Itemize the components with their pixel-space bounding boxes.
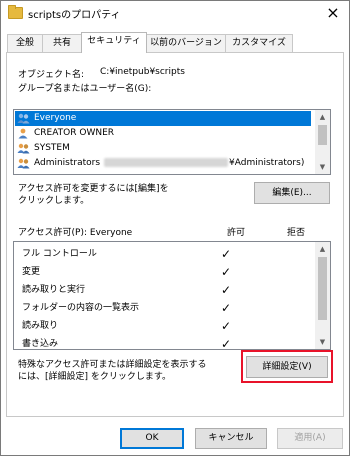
permission-full-control: フル コントロール	[22, 249, 97, 259]
groups-scrollbar[interactable]: ▲ ▼	[315, 110, 330, 174]
list-item-label: Administrators ¥Administrators)	[34, 156, 304, 171]
edit-button[interactable]: 編集(E)...	[254, 182, 330, 204]
list-item-label: Everyone	[34, 113, 77, 123]
scroll-up-icon[interactable]: ▲	[315, 110, 330, 124]
groups-listbox[interactable]: Everyone CREATOR OWNER SYSTEM Administra…	[13, 109, 331, 175]
deny-header: 拒否	[287, 228, 306, 238]
users-icon	[17, 158, 30, 169]
groups-label: グループ名またはユーザー名(G):	[18, 84, 152, 94]
tab-sharing[interactable]: 共有	[42, 34, 82, 52]
permission-modify: 変更	[22, 267, 41, 277]
cancel-button[interactable]: キャンセル	[195, 428, 267, 449]
scroll-up-icon[interactable]: ▲	[315, 242, 330, 256]
apply-button[interactable]: 適用(A)	[277, 428, 343, 449]
object-name-value: C:¥inetpub¥scripts	[100, 67, 185, 77]
allow-header: 許可	[227, 228, 246, 238]
scroll-down-icon[interactable]: ▼	[315, 335, 330, 349]
redacted-text	[104, 158, 229, 167]
properties-window: scriptsのプロパティ × 全般 共有 セキュリティ 以前のバージョン カス…	[0, 0, 350, 456]
tab-customize[interactable]: カスタマイズ	[225, 34, 293, 52]
highlight-box	[241, 350, 333, 383]
edit-hint-line2: クリックします。	[18, 196, 90, 206]
permissions-list[interactable]: フル コントロール ✓ 変更 ✓ 読み取りと実行 ✓ フォルダーの内容の一覧表示…	[13, 241, 331, 350]
scroll-down-icon[interactable]: ▼	[315, 160, 330, 174]
permission-read: 読み取り	[22, 321, 59, 331]
admin-suffix: ¥Administrators)	[229, 158, 305, 168]
scroll-thumb[interactable]	[318, 257, 327, 320]
admin-name: Administrators	[34, 158, 101, 168]
folder-icon	[8, 5, 23, 19]
list-item-system[interactable]: SYSTEM	[15, 141, 311, 156]
title-bar: scriptsのプロパティ ×	[1, 1, 349, 27]
list-item-administrators[interactable]: Administrators ¥Administrators)	[15, 156, 311, 171]
tab-security[interactable]: セキュリティ	[81, 32, 147, 53]
window-title: scriptsのプロパティ	[28, 10, 121, 21]
list-item-label: CREATOR OWNER	[34, 128, 115, 138]
permission-list-folder: フォルダーの内容の一覧表示	[22, 303, 140, 313]
allow-check-icon: ✓	[220, 283, 232, 297]
users-icon	[17, 143, 30, 154]
list-item-creator-owner[interactable]: CREATOR OWNER	[15, 126, 311, 141]
advanced-hint-line2: には、[詳細設定] をクリックします。	[18, 372, 171, 382]
ok-button[interactable]: OK	[120, 428, 184, 449]
permission-write: 書き込み	[22, 339, 59, 349]
permission-read-execute: 読み取りと実行	[22, 285, 86, 295]
close-button[interactable]: ×	[318, 1, 348, 27]
users-icon	[17, 113, 30, 124]
object-name-label: オブジェクト名:	[18, 70, 85, 80]
allow-check-icon: ✓	[220, 265, 232, 279]
allow-check-icon: ✓	[220, 337, 232, 350]
tab-previous-versions[interactable]: 以前のバージョン	[146, 34, 226, 52]
user-icon	[18, 128, 28, 139]
allow-check-icon: ✓	[220, 247, 232, 261]
permissions-scrollbar[interactable]: ▲ ▼	[315, 242, 330, 349]
allow-check-icon: ✓	[220, 319, 232, 333]
scroll-thumb[interactable]	[318, 125, 327, 145]
list-item-label: SYSTEM	[34, 143, 70, 153]
allow-check-icon: ✓	[220, 301, 232, 315]
permissions-label: アクセス許可(P): Everyone	[18, 228, 133, 238]
tab-general[interactable]: 全般	[7, 34, 43, 52]
list-item-everyone[interactable]: Everyone	[15, 111, 311, 126]
